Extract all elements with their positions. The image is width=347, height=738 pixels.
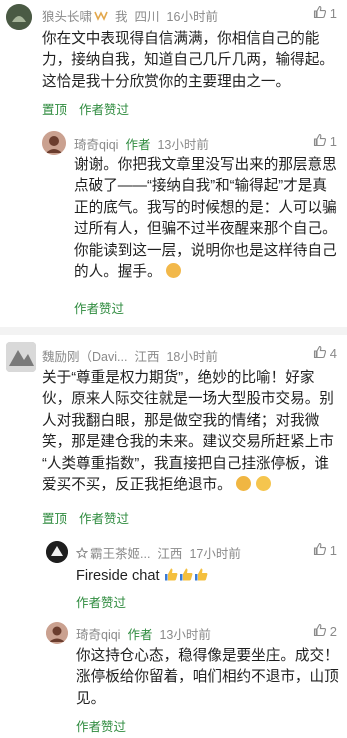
self-tag: 我: [115, 10, 128, 24]
laugh-emoji-icon: [235, 476, 251, 492]
like-button[interactable]: 1: [313, 5, 337, 22]
like-count: 4: [329, 346, 337, 361]
reply-text: 你这持仓心态，稳得像是要坐庄。成交！ 涨停板给你留着，咱们相约不退市，山顶 见。: [76, 646, 344, 710]
like-count: 1: [329, 6, 337, 21]
timestamp: 13小时前: [157, 138, 209, 152]
username[interactable]: 霸王茶姬...: [90, 543, 150, 562]
pin-button[interactable]: 置顶: [42, 99, 67, 118]
location: 江西: [157, 547, 183, 561]
thumbs-up-emoji-icon: [194, 567, 209, 582]
text-fragment: 爱买不买，反正我拒绝退市。: [42, 477, 232, 494]
like-button[interactable]: 2: [313, 623, 337, 640]
like-count: 1: [329, 543, 337, 558]
text-line: 见。: [76, 690, 106, 707]
text-line: 力，接纳自我，知道自己几斤几两，输得起。: [42, 52, 334, 69]
text-line: 这恰是我十分欣赏你的主要理由之一。: [42, 73, 291, 90]
thumbs-up-icon: [313, 542, 327, 559]
thumbs-up-icon: [313, 5, 327, 22]
comment-text: 你在文中表现得自信满满，你相信自己的能 力，接纳自我，知道自己几斤几两，输得起。…: [42, 29, 342, 93]
text-line: “人类尊重指数”，我直接把自己挂涨停板，谁: [42, 455, 330, 472]
vip-badge-icon: [94, 10, 108, 21]
thumbs-up-icon: [313, 345, 327, 362]
text-line: 你这持仓心态，稳得像是要坐庄。成交！: [76, 648, 339, 664]
text-line: 过所有人，但骗不过半夜醒来那个自己。: [74, 221, 337, 238]
timestamp: 16小时前: [166, 10, 218, 24]
reply-3: 琦奇qiqi 作者 13小时前 2 你这持仓心态，稳得像是要坐庄。成交！ 涨停板…: [0, 615, 347, 738]
reply-text: 谢谢。你把我文章里没写出来的那层意思 点破了——“接纳自我”和“输得起”才是真 …: [74, 155, 344, 283]
star-badge-icon: [75, 546, 89, 559]
timestamp: 13小时前: [159, 628, 211, 642]
username[interactable]: 琦奇qiqi: [74, 134, 118, 153]
pin-button[interactable]: 置顶: [42, 508, 67, 527]
divider: [0, 327, 347, 335]
reply-actions: 作者赞过: [76, 592, 126, 611]
comment-text: 关于“尊重是权力期货”，绝妙的比喻！好家 伙，原来人际交往就是一场大型股市交易。…: [42, 368, 342, 496]
text-fragment: Fireside chat: [76, 568, 160, 584]
comment-2: 魏励刚（Davi... 江西 18小时前 4 关于“尊重是权力期货”，绝妙的比喻…: [0, 335, 347, 535]
reply-actions: 作者赞过: [76, 716, 126, 735]
text-line: 关于“尊重是权力期货”，绝妙的比喻！好家: [42, 370, 315, 386]
avatar[interactable]: [6, 342, 36, 372]
text-line: 你在文中表现得自信满满，你相信自己的能: [42, 31, 320, 47]
reply-2: 霸王茶姬... 江西 17小时前 1 Fireside chat 作者赞过: [0, 535, 347, 615]
text-line: 爱买不买，反正我拒绝退市。: [42, 475, 342, 496]
comment-meta: 魏励刚（Davi... 江西 18小时前: [42, 346, 218, 365]
author-tag: 作者: [125, 138, 151, 152]
thumbs-up-emoji-icon: [164, 567, 179, 582]
username[interactable]: 琦奇qiqi: [76, 624, 120, 643]
like-count: 1: [329, 134, 337, 149]
like-button[interactable]: 1: [313, 133, 337, 150]
text-line: 正的底气。我写的时候想的是：人可以骗: [74, 199, 337, 216]
avatar[interactable]: [46, 541, 68, 563]
author-liked-label: 作者赞过: [74, 302, 125, 316]
comment-meta: 霸王茶姬... 江西 17小时前: [75, 543, 241, 562]
handshake-emoji-icon: [165, 263, 181, 279]
comment-actions: 置顶 作者赞过: [42, 508, 129, 527]
text-line: 的人。握手。: [74, 262, 344, 283]
author-liked-label: 作者赞过: [76, 720, 127, 734]
author-liked-label: 作者赞过: [79, 512, 130, 526]
reply-1: 琦奇qiqi 作者 13小时前 1 谢谢。你把我文章里没写出来的那层意思 点破了…: [0, 122, 347, 327]
timestamp: 17小时前: [189, 547, 241, 561]
reply-actions: 作者赞过: [74, 298, 124, 317]
text-fragment: 的人。握手。: [74, 264, 162, 281]
avatar[interactable]: [46, 622, 68, 644]
thinking-emoji-icon: [255, 476, 271, 492]
text-line: 谢谢。你把我文章里没写出来的那层意思: [74, 157, 337, 173]
text-line: 伙，原来人际交往就是一场大型股市交易。别: [42, 391, 334, 408]
username[interactable]: 魏励刚（Davi...: [42, 346, 127, 365]
thumbs-up-emoji-icon: [179, 567, 194, 582]
avatar[interactable]: [6, 4, 32, 30]
like-button[interactable]: 4: [313, 345, 337, 362]
author-liked-label: 作者赞过: [79, 103, 130, 117]
thumbs-up-icon: [313, 623, 327, 640]
text-line: 笑，那是建仓我的未来。建议交易所赶紧上市: [42, 434, 334, 451]
author-liked-label: 作者赞过: [76, 596, 127, 610]
text-line: 涨停板给你留着，咱们相约不退市，山顶: [76, 669, 339, 686]
text-line: 你能读到这一层，说明你也是这样待自己: [74, 242, 337, 259]
like-button[interactable]: 1: [313, 542, 337, 559]
comment-meta: 狼头长啸 我 四川 16小时前: [42, 6, 218, 25]
username[interactable]: 狼头长啸: [42, 6, 92, 25]
location: 四川: [134, 10, 160, 24]
like-count: 2: [329, 624, 337, 639]
comment-1: 狼头长啸 我 四川 16小时前 1 你在文中表现得自信满满，你相信自己的能 力，…: [0, 0, 347, 122]
location: 江西: [134, 350, 160, 364]
text-line: 点破了——“接纳自我”和“输得起”才是真: [74, 178, 327, 195]
comment-meta: 琦奇qiqi 作者 13小时前: [76, 624, 211, 643]
text-line: 人对我翻白眼，那是做空我的情绪；对我微: [42, 412, 320, 429]
reply-text: Fireside chat: [76, 566, 336, 587]
comment-meta: 琦奇qiqi 作者 13小时前: [74, 134, 209, 153]
avatar[interactable]: [42, 131, 66, 155]
comment-actions: 置顶 作者赞过: [42, 99, 129, 118]
timestamp: 18小时前: [166, 350, 218, 364]
author-tag: 作者: [127, 628, 153, 642]
thumbs-up-icon: [313, 133, 327, 150]
